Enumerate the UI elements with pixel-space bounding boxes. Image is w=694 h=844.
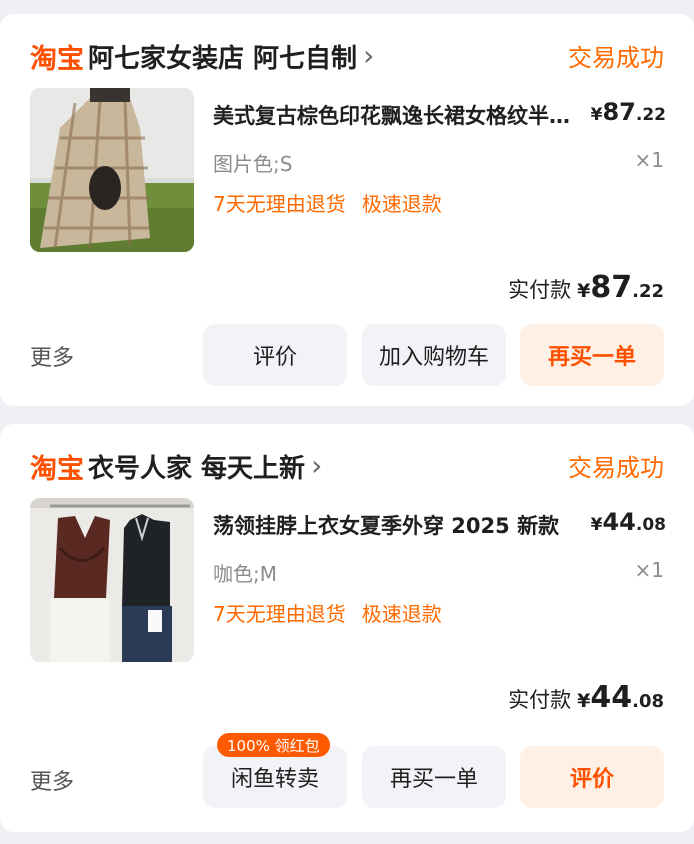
product-quantity: ×1	[634, 558, 664, 582]
shop-name[interactable]: 衣号人家 每天上新	[88, 448, 305, 485]
taobao-logo: 淘宝	[30, 453, 84, 485]
service-tags: 7天无理由退货 极速退款	[213, 188, 442, 217]
order-card[interactable]: 淘宝 衣号人家 每天上新 › 交易成功 荡领挂脖上衣女夏季外穿 2025 新款 …	[0, 424, 694, 832]
chevron-right-icon: ›	[311, 449, 323, 482]
paid-integer: 87	[590, 270, 633, 305]
chevron-right-icon: ›	[363, 39, 375, 72]
product-spec: 咖色;M	[213, 562, 277, 586]
product-image[interactable]	[30, 88, 194, 252]
more-button[interactable]: 更多	[30, 764, 74, 796]
review-button[interactable]: 评价	[203, 324, 347, 386]
add-to-cart-button[interactable]: 加入购物车	[362, 324, 506, 386]
tag-7day-return: 7天无理由退货	[213, 602, 346, 626]
product-title[interactable]: 美式复古棕色印花飘逸长裙女格纹半身裙	[213, 100, 583, 130]
unit-price: ¥87.22	[591, 98, 666, 126]
product-title[interactable]: 荡领挂脖上衣女夏季外穿 2025 新款	[213, 510, 583, 540]
buy-again-button[interactable]: 再买一单	[362, 746, 506, 808]
shop-name[interactable]: 阿七家女装店 阿七自制	[88, 38, 357, 75]
tag-fast-refund: 极速退款	[361, 602, 442, 626]
order-status: 交易成功	[568, 44, 664, 72]
order-status: 交易成功	[568, 454, 664, 482]
currency-symbol: ¥	[590, 515, 603, 535]
paid-integer: 44	[590, 680, 633, 715]
service-tags: 7天无理由退货 极速退款	[213, 598, 442, 627]
price-integer: 87	[602, 98, 636, 126]
paid-label: 实付款	[508, 278, 572, 302]
order-card[interactable]: 淘宝 阿七家女装店 阿七自制 › 交易成功 美式复古棕色印花飘逸长裙女格纹半身裙	[0, 14, 694, 406]
price-decimal: .22	[635, 105, 666, 125]
review-button[interactable]: 评价	[520, 746, 664, 808]
price-integer: 44	[602, 508, 636, 536]
paid-decimal: .08	[632, 691, 664, 712]
currency-symbol: ¥	[590, 105, 603, 125]
tag-7day-return: 7天无理由退货	[213, 192, 346, 216]
currency-symbol: ¥	[577, 280, 591, 302]
currency-symbol: ¥	[577, 690, 591, 712]
price-decimal: .08	[635, 515, 666, 535]
unit-price: ¥44.08	[591, 508, 666, 536]
paid-amount: 实付款 ¥87.22	[508, 270, 664, 305]
more-button[interactable]: 更多	[30, 340, 74, 372]
taobao-logo: 淘宝	[30, 43, 84, 75]
paid-label: 实付款	[508, 688, 572, 712]
tag-fast-refund: 极速退款	[361, 192, 442, 216]
buy-again-button[interactable]: 再买一单	[520, 324, 664, 386]
paid-decimal: .22	[632, 281, 664, 302]
product-spec: 图片色;S	[213, 152, 293, 176]
product-quantity: ×1	[634, 148, 664, 172]
red-packet-badge: 100% 领红包	[217, 733, 330, 757]
paid-amount: 实付款 ¥44.08	[508, 680, 664, 715]
product-image[interactable]	[30, 498, 194, 662]
